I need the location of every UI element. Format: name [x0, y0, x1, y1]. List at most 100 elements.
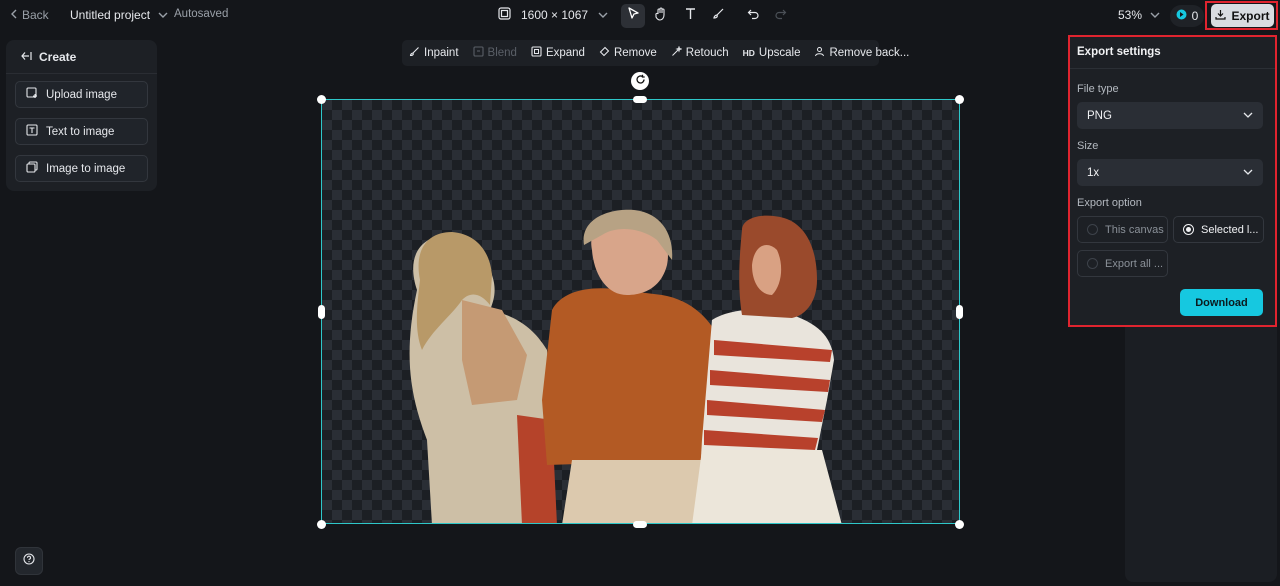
chevron-down-icon	[158, 8, 168, 22]
export-option-label: Export option	[1077, 197, 1142, 209]
zoom-level: 53%	[1118, 8, 1143, 22]
text-to-image-icon	[26, 124, 38, 139]
divider	[6, 73, 157, 74]
resize-handle-bottom-left[interactable]	[317, 520, 326, 529]
blend-button[interactable]: Blend	[472, 46, 517, 60]
resize-handle-bottom[interactable]	[633, 521, 647, 528]
pointer-icon	[627, 7, 640, 25]
top-bar: Back Untitled project Autosaved 1600 × 1…	[0, 0, 1280, 32]
resize-handle-top-right[interactable]	[955, 95, 964, 104]
image-to-image-label: Image to image	[46, 162, 126, 175]
rotate-icon	[635, 72, 646, 90]
retouch-button[interactable]: Retouch	[671, 45, 729, 60]
hand-tool[interactable]	[649, 4, 673, 28]
export-option-label-this-canvas: This canvas	[1105, 223, 1164, 236]
canvas-size: 1600 × 1067	[521, 8, 589, 22]
text-to-image-button[interactable]: Text to image	[15, 118, 148, 145]
export-settings-panel: Export settings File type PNG Size 1x Ex…	[1068, 35, 1277, 327]
size-label: Size	[1077, 140, 1099, 152]
file-type-label: File type	[1077, 83, 1119, 95]
export-button[interactable]: Export	[1211, 4, 1274, 27]
resize-handle-top[interactable]	[633, 96, 647, 103]
resize-icon	[498, 7, 511, 23]
retouch-label: Retouch	[685, 47, 729, 59]
blend-icon	[472, 46, 484, 60]
export-option-this-canvas[interactable]: This canvas	[1077, 216, 1168, 243]
text-tool[interactable]	[678, 4, 702, 28]
redo-icon	[774, 7, 787, 25]
file-type-value: PNG	[1087, 109, 1112, 122]
chevron-down-icon	[1243, 167, 1253, 179]
resize-handle-bottom-right[interactable]	[955, 520, 964, 529]
inpaint-button[interactable]: Inpaint	[409, 46, 459, 60]
remove-background-label: Remove back...	[829, 47, 910, 59]
remove-background-button[interactable]: Remove back...	[814, 46, 909, 60]
radio-checked-icon	[1183, 224, 1194, 235]
help-button[interactable]	[15, 547, 43, 575]
create-panel-header[interactable]: Create	[21, 50, 76, 64]
create-panel: Create Upload image Text to image Image …	[6, 40, 157, 191]
export-option-export-all[interactable]: Export all ...	[1077, 250, 1168, 277]
help-icon	[23, 552, 35, 570]
image-to-image-icon	[26, 161, 38, 176]
download-button[interactable]: Download	[1180, 289, 1263, 316]
expand-button[interactable]: Expand	[531, 46, 585, 60]
expand-label: Expand	[545, 47, 585, 59]
upload-image-label: Upload image	[46, 88, 117, 101]
upscale-label: Upscale	[758, 47, 801, 59]
text-to-image-label: Text to image	[46, 125, 115, 138]
chevron-down-icon	[598, 8, 608, 22]
redo-button[interactable]	[768, 4, 792, 28]
divider	[1070, 68, 1275, 69]
project-name: Untitled project	[70, 8, 151, 22]
inpaint-label: Inpaint	[424, 47, 459, 59]
rotate-handle[interactable]	[631, 72, 649, 90]
remove-button[interactable]: Remove	[599, 46, 657, 60]
export-label: Export	[1231, 8, 1270, 23]
inpaint-icon	[409, 46, 420, 60]
chevron-down-icon	[1150, 8, 1160, 22]
credits-badge[interactable]: 0	[1170, 5, 1204, 27]
save-status: Autosaved	[174, 8, 229, 20]
radio-icon	[1087, 258, 1098, 269]
zoom-dropdown[interactable]: 53%	[1118, 8, 1160, 22]
upload-image-button[interactable]: Upload image	[15, 81, 148, 108]
export-option-selected-layers[interactable]: Selected l...	[1173, 216, 1264, 243]
canvas-size-dropdown[interactable]: 1600 × 1067	[498, 7, 608, 23]
create-panel-title: Create	[39, 50, 77, 64]
credits-count: 0	[1191, 9, 1199, 23]
hd-icon: HD	[742, 48, 755, 58]
project-name-dropdown[interactable]: Untitled project	[70, 8, 168, 22]
file-type-select[interactable]: PNG	[1077, 102, 1263, 129]
export-option-label-selected: Selected l...	[1201, 223, 1259, 236]
expand-icon	[531, 46, 542, 60]
undo-icon	[747, 7, 760, 25]
export-settings-title: Export settings	[1077, 46, 1161, 58]
subject-cutout	[409, 209, 842, 523]
collapse-left-icon	[21, 50, 32, 64]
brush-icon	[712, 7, 725, 25]
chevron-left-icon	[10, 8, 18, 22]
canvas-image[interactable]	[321, 99, 960, 524]
hand-icon	[654, 6, 668, 26]
upscale-button[interactable]: HD Upscale	[743, 47, 801, 59]
eraser-icon	[599, 46, 610, 60]
radio-icon	[1087, 224, 1098, 235]
back-button[interactable]: Back	[10, 8, 49, 22]
remove-label: Remove	[613, 47, 657, 59]
select-tool[interactable]	[621, 4, 645, 28]
brush-tool[interactable]	[706, 4, 730, 28]
export-option-label-export-all: Export all ...	[1105, 257, 1164, 270]
resize-handle-right[interactable]	[956, 305, 963, 319]
resize-handle-left[interactable]	[318, 305, 325, 319]
text-icon	[684, 7, 697, 25]
blend-label: Blend	[487, 47, 517, 59]
retouch-icon	[671, 45, 683, 60]
undo-button[interactable]	[741, 4, 765, 28]
size-select[interactable]: 1x	[1077, 159, 1263, 186]
credit-icon	[1176, 9, 1187, 23]
resize-handle-top-left[interactable]	[317, 95, 326, 104]
image-to-image-button[interactable]: Image to image	[15, 155, 148, 182]
image-edit-toolbar: Inpaint Blend Expand Remove Retouch HD U…	[402, 40, 909, 66]
download-icon	[1215, 9, 1227, 23]
